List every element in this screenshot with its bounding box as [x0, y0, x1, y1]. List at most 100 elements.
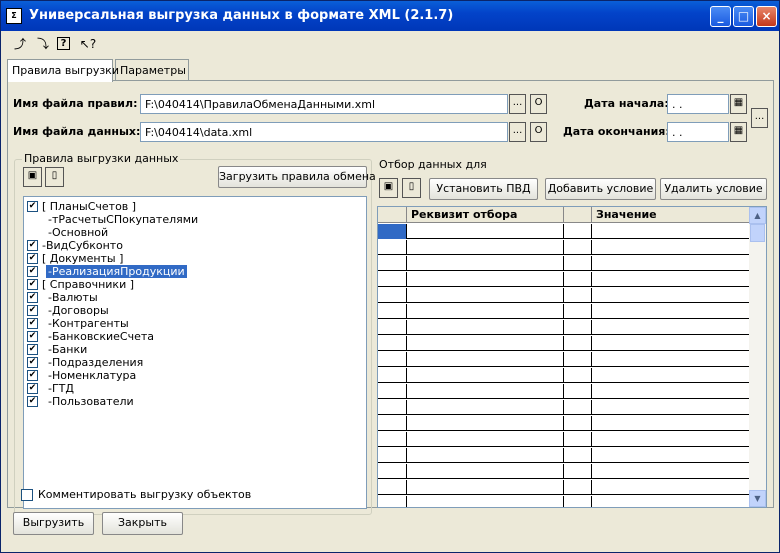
table-cell[interactable]	[407, 416, 564, 431]
table-cell[interactable]	[378, 368, 407, 383]
tree-item[interactable]: ✔ -БанковскиеСчета	[26, 330, 364, 343]
table-cell[interactable]	[564, 336, 592, 351]
tree-item-checkbox[interactable]: ✔	[27, 201, 38, 212]
comment-export-checkbox[interactable]	[21, 489, 33, 501]
table-cell[interactable]	[564, 272, 592, 287]
table-row[interactable]	[378, 352, 750, 367]
table-cell[interactable]	[564, 288, 592, 303]
tree-item-checkbox[interactable]: ✔	[27, 292, 38, 303]
table-cell[interactable]	[378, 480, 407, 495]
tree-item-checkbox[interactable]: ✔	[27, 344, 38, 355]
table-cell[interactable]	[407, 224, 564, 239]
table-cell[interactable]	[407, 432, 564, 447]
tree-item[interactable]: ✔ -Договоры	[26, 304, 364, 317]
table-cell[interactable]	[592, 368, 750, 383]
table-cell[interactable]	[564, 304, 592, 319]
table-cell[interactable]	[592, 288, 750, 303]
table-cell[interactable]	[378, 448, 407, 463]
table-cell[interactable]	[407, 384, 564, 399]
table-cell[interactable]	[378, 384, 407, 399]
table-cell[interactable]	[592, 384, 750, 399]
table-cell[interactable]	[564, 224, 592, 239]
period-select-button[interactable]: ...	[751, 108, 768, 128]
open-settings-icon[interactable]: ⤴	[11, 35, 29, 53]
filter-check-all-button[interactable]: ▣	[379, 178, 398, 198]
close-dialog-button[interactable]: Закрыть	[102, 512, 183, 535]
end-date-calendar-button[interactable]: ▦	[730, 122, 747, 142]
table-cell[interactable]	[592, 464, 750, 479]
table-cell[interactable]	[378, 400, 407, 415]
tree-item[interactable]: ✔ [ Справочники ]	[26, 278, 364, 291]
set-pvd-button[interactable]: Установить ПВД	[429, 178, 538, 200]
table-cell[interactable]	[378, 432, 407, 447]
table-cell[interactable]	[378, 496, 407, 507]
data-file-input[interactable]: F:\040414\data.xml	[140, 122, 508, 142]
table-cell[interactable]	[378, 272, 407, 287]
table-cell[interactable]	[378, 304, 407, 319]
end-date-input[interactable]: . .	[667, 122, 729, 142]
table-cell[interactable]	[592, 336, 750, 351]
table-row[interactable]	[378, 256, 750, 271]
table-row[interactable]	[378, 384, 750, 399]
table-cell[interactable]	[564, 256, 592, 271]
table-row[interactable]	[378, 304, 750, 319]
table-cell[interactable]	[564, 320, 592, 335]
scroll-down-icon[interactable]: ▼	[749, 490, 766, 507]
rules-file-browse-button[interactable]: ...	[509, 94, 526, 114]
table-cell[interactable]	[378, 336, 407, 351]
tree-item[interactable]: ✔ -Номенклатура	[26, 369, 364, 382]
table-cell[interactable]	[592, 496, 750, 507]
table-cell[interactable]	[407, 304, 564, 319]
data-file-browse-button[interactable]: ...	[509, 122, 526, 142]
close-button[interactable]: ×	[756, 6, 777, 27]
table-cell[interactable]	[564, 400, 592, 415]
tree-item-checkbox[interactable]: ✔	[27, 253, 38, 264]
table-cell[interactable]	[592, 224, 750, 239]
table-row[interactable]	[378, 336, 750, 351]
tree-item[interactable]: ✔ -ГТД	[26, 382, 364, 395]
table-cell[interactable]	[564, 432, 592, 447]
tree-item[interactable]: ✔ -ВидСубконто	[26, 239, 364, 252]
rules-tree[interactable]: ✔ [ ПланыСчетов ] -тРасчетыСПокупателями -О…	[23, 196, 367, 509]
tree-item[interactable]: -тРасчетыСПокупателями	[26, 213, 364, 226]
table-cell[interactable]	[378, 288, 407, 303]
grid-scrollbar[interactable]: ▲ ▼	[749, 207, 766, 507]
grid-header-value[interactable]: Значение	[592, 207, 750, 223]
table-cell[interactable]	[407, 352, 564, 367]
table-cell[interactable]	[592, 256, 750, 271]
table-cell[interactable]	[592, 272, 750, 287]
title-bar[interactable]: Σ Универсальная выгрузка данных в формат…	[1, 1, 779, 31]
load-rules-button[interactable]: Загрузить правила обмена	[218, 166, 376, 188]
help-icon[interactable]: ?	[57, 37, 70, 50]
table-row[interactable]	[378, 480, 750, 495]
add-condition-button[interactable]: Добавить условие	[545, 178, 656, 200]
table-cell[interactable]	[592, 320, 750, 335]
table-cell[interactable]	[592, 480, 750, 495]
table-cell[interactable]	[378, 416, 407, 431]
table-row[interactable]	[378, 320, 750, 335]
minimize-button[interactable]: _	[710, 6, 731, 27]
start-date-calendar-button[interactable]: ▦	[730, 94, 747, 114]
tree-item-checkbox[interactable]: ✔	[27, 279, 38, 290]
table-cell[interactable]	[592, 352, 750, 367]
data-file-open-button[interactable]: O	[530, 122, 547, 142]
table-cell[interactable]	[564, 368, 592, 383]
filter-uncheck-all-button[interactable]: ▯	[402, 178, 421, 198]
tab-parameters[interactable]: Параметры	[115, 59, 189, 81]
table-cell[interactable]	[564, 496, 592, 507]
table-cell[interactable]	[378, 256, 407, 271]
tab-export-rules[interactable]: Правила выгрузки	[7, 59, 119, 82]
whats-this-icon[interactable]: ↖?	[79, 35, 97, 53]
table-cell[interactable]	[378, 240, 407, 255]
tree-item-checkbox[interactable]: ✔	[27, 357, 38, 368]
table-cell[interactable]	[407, 320, 564, 335]
tree-item[interactable]: ✔ -РеализацияПродукции	[26, 265, 364, 278]
tree-item-checkbox[interactable]: ✔	[27, 331, 38, 342]
tree-item[interactable]: ✔ -Подразделения	[26, 356, 364, 369]
scroll-thumb[interactable]	[750, 224, 765, 242]
maximize-button[interactable]: □	[733, 6, 754, 27]
grid-header-condition[interactable]	[564, 207, 592, 223]
tree-item[interactable]: ✔ [ ПланыСчетов ]	[26, 200, 364, 213]
table-cell[interactable]	[378, 224, 407, 239]
tree-item-checkbox[interactable]: ✔	[27, 318, 38, 329]
